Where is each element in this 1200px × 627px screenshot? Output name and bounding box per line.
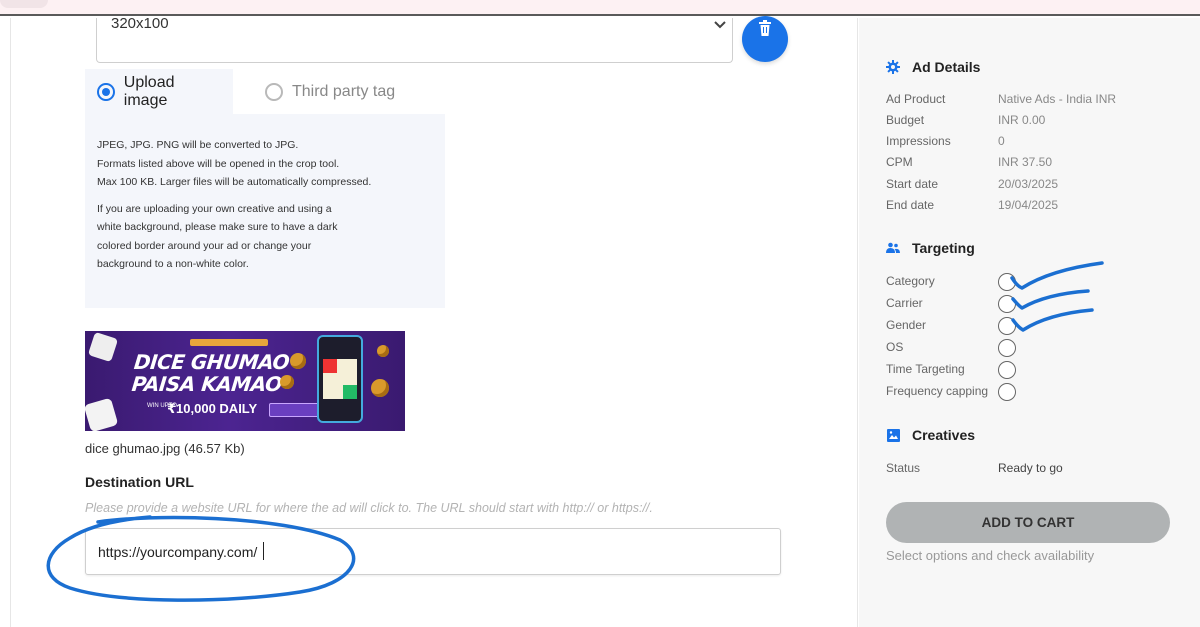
targeting-carrier-checkbox[interactable] (998, 295, 1016, 313)
tab-upload-image-label: Upload image (123, 73, 175, 109)
tab-third-party-tag[interactable]: Third party tag (233, 69, 408, 114)
dice-graphic (85, 397, 119, 431)
add-to-cart-button[interactable]: ADD TO CART (886, 502, 1170, 543)
cart-availability-note: Select options and check availability (886, 548, 1095, 563)
upload-type-tabs: Upload image Third party tag (85, 69, 408, 114)
tab-third-party-tag-label: Third party tag (292, 82, 396, 100)
targeting-time-checkbox[interactable] (998, 361, 1016, 379)
destination-url-input[interactable] (85, 528, 781, 575)
text-cursor (263, 542, 264, 560)
ludo-board-graphic (323, 359, 357, 399)
top-browser-strip (0, 0, 1200, 16)
ad-details-heading: Ad Details (886, 59, 980, 75)
gear-icon (886, 60, 900, 74)
radio-upload-image[interactable] (97, 82, 115, 101)
targeting-gender-checkbox[interactable] (998, 317, 1016, 335)
destination-url-label: Destination URL (85, 474, 194, 490)
targeting-heading: Targeting (886, 240, 975, 256)
chevron-down-icon (714, 18, 726, 32)
banner-headline: DICE GHUMAO PAISA KAMAO (130, 350, 291, 396)
uploaded-file-caption: dice ghumao.jpg (46.57 Kb) (85, 441, 245, 456)
targeting-category-checkbox[interactable] (998, 273, 1016, 291)
upload-info-box: JPEG, JPG. PNG will be converted to JPG.… (85, 114, 445, 308)
targeting-frequency-checkbox[interactable] (998, 383, 1016, 401)
radio-third-party-tag[interactable] (265, 82, 283, 101)
dice-graphic (87, 331, 119, 363)
ad-size-value: 320x100 (111, 15, 169, 32)
destination-url-help: Please provide a website URL for where t… (85, 501, 653, 515)
banner-prize: ₹10,000 DAILY (167, 401, 258, 416)
banner-badge (190, 339, 268, 346)
coin-graphic (377, 345, 389, 357)
people-icon (886, 241, 900, 255)
creatives-heading: Creatives (886, 427, 975, 443)
tab-upload-image[interactable]: Upload image (85, 69, 233, 114)
coin-graphic (371, 379, 389, 397)
targeting-os-checkbox[interactable] (998, 339, 1016, 357)
ad-size-select[interactable]: 320x100 (96, 15, 733, 63)
top-strip-pill (0, 0, 48, 8)
upload-info-background-tip: If you are uploading your own creative a… (97, 202, 338, 271)
trash-icon (758, 20, 772, 41)
delete-size-button[interactable] (742, 16, 788, 62)
image-icon (886, 428, 900, 442)
uploaded-banner-preview: DICE GHUMAO PAISA KAMAO WIN UPTO ₹10,000… (85, 331, 405, 431)
upload-info-rules: JPEG, JPG. PNG will be converted to JPG.… (97, 139, 372, 188)
coin-graphic (280, 375, 294, 389)
coin-graphic (290, 353, 306, 369)
